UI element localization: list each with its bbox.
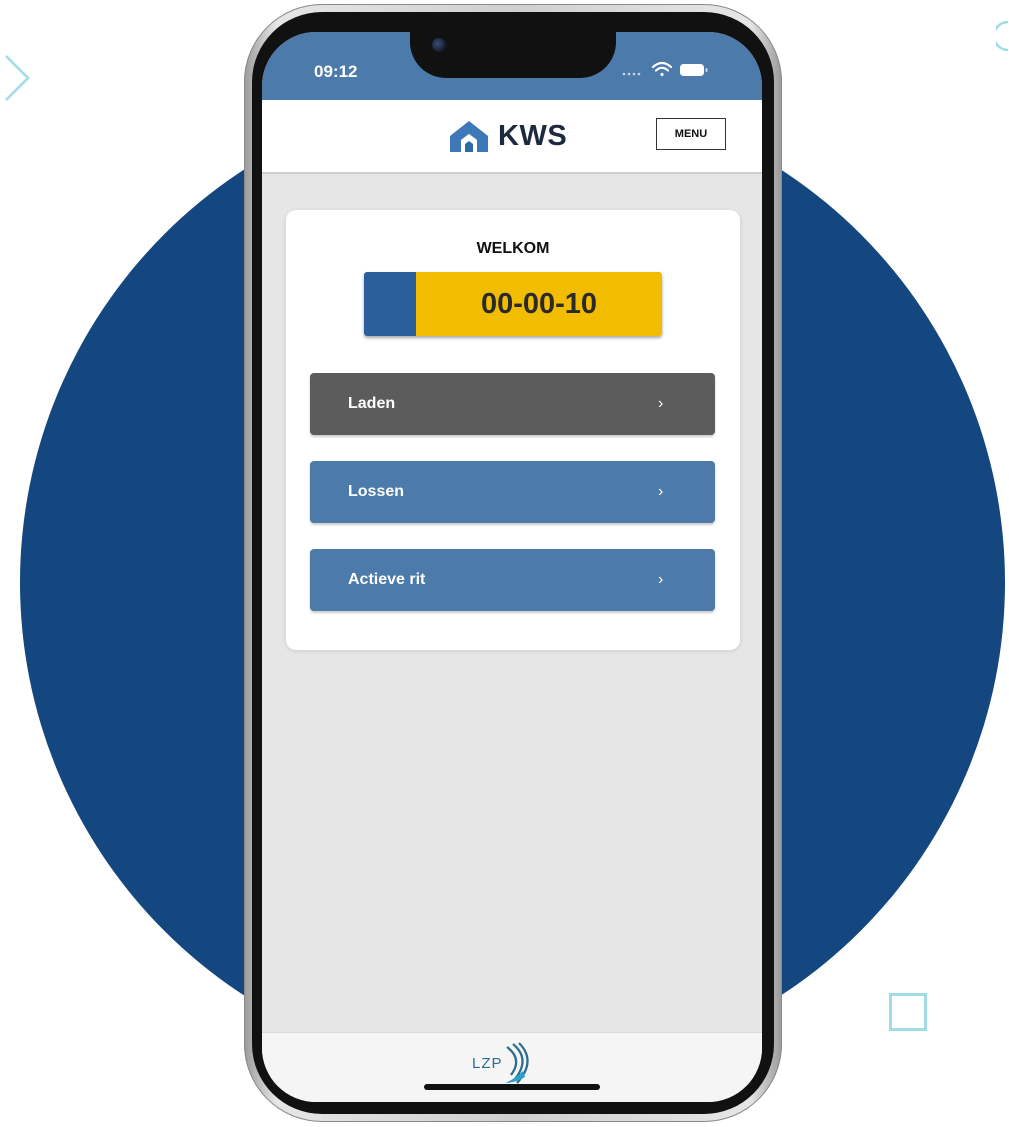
chevron-right-icon: › [658,395,664,412]
plate-number: 00-00-10 [416,272,662,336]
actieve-rit-label: Actieve rit [348,571,426,588]
square-outline-decoration [889,993,927,1031]
logo-text: KWS [498,119,568,152]
footer-bar: LZP [262,1032,762,1102]
circle-outline-decoration [996,20,1009,52]
lossen-button[interactable]: Lossen › [310,461,715,523]
signal-dots-icon [622,72,641,76]
laden-label: Laden [348,395,396,412]
kws-logo-icon [450,121,488,152]
chevron-right-icon: › [658,571,664,588]
lossen-label: Lossen [348,483,405,500]
chevron-right-icon: › [658,483,664,500]
status-icons [622,60,732,85]
laden-button[interactable]: Laden › [310,373,715,435]
app-header: KWS MENU [262,100,762,174]
home-indicator[interactable] [424,1084,600,1090]
camera-icon [432,38,446,52]
menu-button[interactable]: MENU [656,118,726,150]
phone-screen: 09:12 KWS MENU WELKOM 00-00-10 Laden › L… [262,32,762,1102]
lzp-logo-icon [504,1042,529,1084]
lzp-logo-text: LZP [472,1054,503,1072]
chevron-outline-decoration [5,55,30,101]
kws-logo[interactable]: KWS [446,118,567,154]
actieve-rit-button[interactable]: Actieve rit › [310,549,715,611]
license-plate: 00-00-10 [364,272,662,336]
welcome-card: WELKOM 00-00-10 Laden › Lossen › Actieve… [286,210,740,650]
wifi-icon [651,61,673,77]
lzp-logo[interactable]: LZP [472,1041,537,1085]
welcome-title: WELKOM [476,240,550,257]
battery-icon [680,64,708,76]
plate-eu-band [364,272,416,336]
status-time: 09:12 [314,62,358,81]
